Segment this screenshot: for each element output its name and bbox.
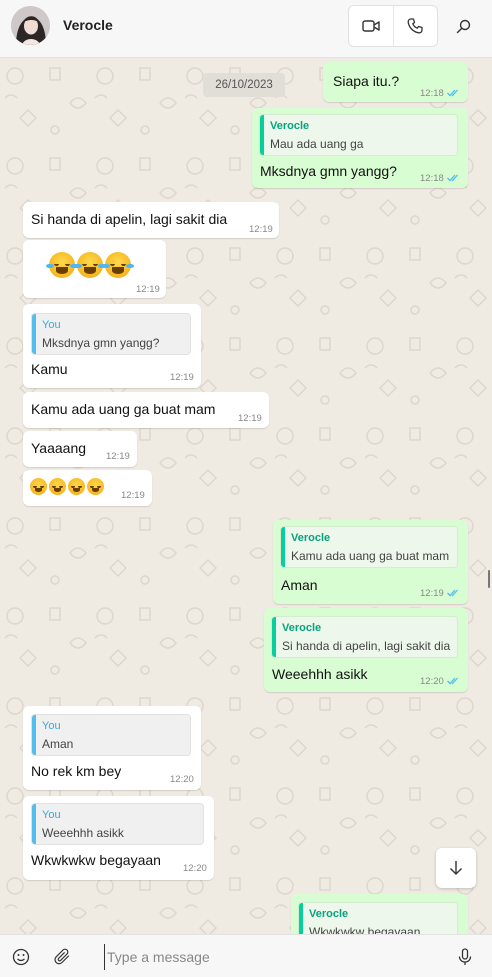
message-text: Yaaaang (31, 440, 87, 456)
message-incoming[interactable]: 12:19 (23, 240, 166, 298)
message-incoming[interactable]: You Weeehhh asikk Wkwkwkw begayaan 12:20 (23, 796, 214, 880)
quoted-text: Mksdnya gmn yangg? (42, 336, 160, 350)
message-outgoing[interactable]: Verocle Mau ada uang ga Mksdnya gmn yang… (252, 108, 468, 188)
loudly-crying-emoji-icon (68, 478, 85, 496)
quoted-text: Kamu ada uang ga buat mam (291, 549, 450, 563)
message-time: 12:18 (420, 173, 444, 184)
message-text: Siapa itu.? (333, 73, 400, 89)
message-text: Mksdnya gmn yangg? (260, 163, 397, 179)
message-text: No rek km bey (31, 763, 122, 779)
message-time: 12:19 (238, 413, 262, 424)
quoted-author: Verocle (309, 908, 349, 920)
message-text: Wkwkwkw begayaan (31, 852, 161, 868)
date-separator: 26/10/2023 (203, 73, 285, 97)
phone-icon (408, 18, 424, 34)
smiley-icon (12, 948, 30, 966)
video-call-button[interactable] (349, 6, 393, 46)
message-time: 12:19 (249, 224, 273, 235)
quoted-author: You (42, 319, 61, 331)
microphone-icon (458, 948, 472, 965)
message-outgoing[interactable]: Siapa itu.? 12:18 (323, 62, 468, 102)
message-text: Weeehhh asikk (272, 666, 368, 682)
quoted-message[interactable]: You Weeehhh asikk (31, 803, 204, 845)
call-button-group (348, 5, 438, 47)
message-incoming[interactable]: You Mksdnya gmn yangg? Kamu 12:19 (23, 304, 201, 388)
message-time: 12:19 (121, 490, 145, 501)
scroll-to-bottom-button[interactable] (436, 848, 476, 888)
voice-call-button[interactable] (392, 6, 437, 46)
message-incoming[interactable]: 12:19 (23, 470, 152, 506)
joy-emoji-icon (74, 252, 106, 278)
message-time: 12:20 (170, 774, 194, 785)
message-outgoing[interactable]: Verocle Wkwkwkw begayaan (291, 894, 468, 934)
search-button[interactable] (449, 12, 477, 40)
quoted-author: Verocle (291, 532, 331, 544)
emoji-button[interactable] (10, 946, 32, 968)
quoted-message[interactable]: You Mksdnya gmn yangg? (31, 313, 191, 355)
message-text: Kamu ada uang ga buat mam (31, 401, 216, 417)
chat-header: Verocle (0, 0, 492, 58)
quoted-message[interactable]: Verocle Mau ada uang ga (259, 114, 458, 156)
message-incoming[interactable]: Si handa di apelin, lagi sakit dia 12:19 (23, 202, 279, 238)
message-text: Aman (281, 577, 318, 593)
message-incoming[interactable]: Kamu ada uang ga buat mam 12:19 (23, 392, 269, 428)
loudly-crying-emoji-icon (49, 478, 66, 496)
read-receipt-icon (447, 589, 458, 597)
quoted-author: Verocle (270, 120, 310, 132)
emoji-row (46, 252, 134, 278)
quoted-text: Si handa di apelin, lagi sakit dia (282, 639, 451, 653)
quoted-author: You (42, 720, 61, 732)
message-outgoing[interactable]: Verocle Kamu ada uang ga buat mam Aman 1… (273, 520, 468, 604)
message-composer (0, 934, 492, 977)
paperclip-icon (54, 948, 70, 965)
message-incoming[interactable]: You Aman No rek km bey 12:20 (23, 706, 201, 790)
search-icon (456, 19, 470, 33)
quoted-text: Mau ada uang ga (270, 137, 364, 151)
video-icon (362, 20, 380, 32)
loudly-crying-emoji-icon (87, 478, 104, 496)
message-text: Kamu (31, 361, 68, 377)
quoted-text: Wkwkwkw begayaan (309, 925, 421, 934)
arrow-down-icon (450, 861, 462, 875)
quoted-text: Weeehhh asikk (42, 826, 124, 840)
contact-avatar[interactable] (11, 6, 50, 45)
read-receipt-icon (447, 89, 458, 97)
contact-name[interactable]: Verocle (63, 17, 113, 33)
message-text: Si handa di apelin, lagi sakit dia (31, 211, 228, 227)
quoted-author: Verocle (282, 622, 322, 634)
joy-emoji-icon (46, 252, 78, 278)
read-receipt-icon (447, 677, 458, 685)
quoted-text: Aman (42, 737, 74, 751)
message-time: 12:19 (136, 284, 160, 295)
attach-button[interactable] (52, 946, 74, 968)
message-input[interactable] (104, 944, 434, 970)
voice-message-button[interactable] (454, 946, 476, 968)
joy-emoji-icon (102, 252, 134, 278)
quoted-message[interactable]: Verocle Wkwkwkw begayaan (298, 902, 458, 934)
quoted-message[interactable]: Verocle Kamu ada uang ga buat mam (280, 526, 458, 568)
message-list[interactable]: 26/10/2023 Siapa itu.? 12:18 Verocle Mau… (0, 58, 492, 934)
quoted-message[interactable]: You Aman (31, 714, 191, 756)
quoted-author: You (42, 809, 61, 821)
message-time: 12:20 (183, 863, 207, 874)
message-time: 12:19 (170, 372, 194, 383)
message-time: 12:18 (420, 88, 444, 99)
read-receipt-icon (447, 174, 458, 182)
emoji-row (30, 478, 106, 496)
message-time: 12:19 (106, 451, 130, 462)
message-time: 12:19 (420, 588, 444, 599)
message-outgoing[interactable]: Verocle Si handa di apelin, lagi sakit d… (264, 608, 468, 692)
message-incoming[interactable]: Yaaaang 12:19 (23, 431, 137, 467)
message-time: 12:20 (420, 676, 444, 687)
loudly-crying-emoji-icon (30, 478, 47, 496)
quoted-message[interactable]: Verocle Si handa di apelin, lagi sakit d… (271, 616, 458, 658)
scrollbar-thumb[interactable] (488, 570, 490, 588)
